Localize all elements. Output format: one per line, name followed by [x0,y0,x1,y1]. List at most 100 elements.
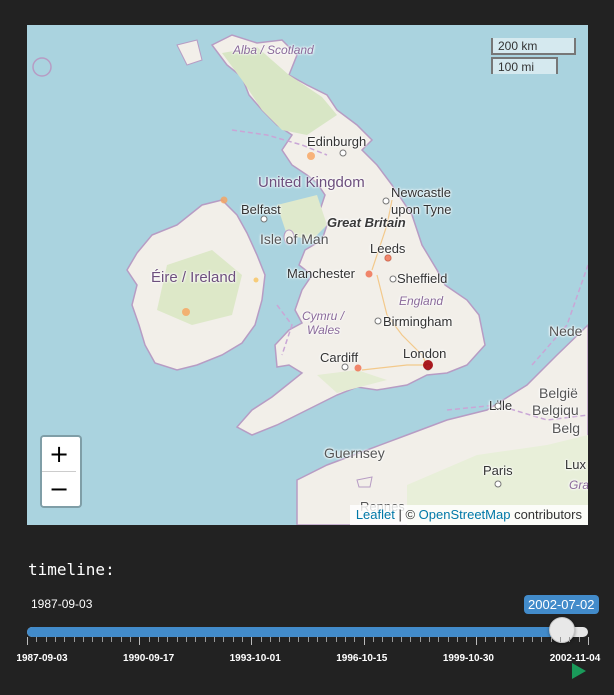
label-belgique: Belgiqu [532,402,579,418]
timeline-tick [372,637,374,642]
timeline-tick [223,637,225,642]
timeline-tick [475,637,477,645]
label-united-kingdom: United Kingdom [258,174,365,191]
timeline-tick [559,637,561,642]
timeline-tick [270,637,272,642]
data-marker[interactable] [423,360,433,370]
timeline-tick [242,637,244,642]
data-marker[interactable] [182,308,190,316]
timeline-tick [429,637,431,642]
label-belgie: België [539,385,578,401]
timeline-tick [363,637,365,645]
zoom-out-button[interactable]: − [42,472,76,506]
timeline-label: timeline: [28,560,115,579]
label-isle-of-man: Isle of Man [260,231,329,247]
timeline-tick-label: 1990-09-17 [123,653,175,664]
attribution-suffix: contributors [510,507,582,522]
timeline-ticks [0,637,614,649]
zoom-in-button[interactable]: + [42,437,76,472]
timeline-tick [326,637,328,642]
timeline-tick [466,637,468,642]
map-view[interactable]: Alba / Scotland Edinburgh United Kingdom… [27,25,588,525]
timeline-tick [588,637,589,645]
label-cardiff: Cardiff [320,350,359,365]
timeline-tick [447,637,449,642]
label-guernsey: Guernsey [324,445,385,461]
timeline-tick [139,637,141,645]
timeline-tick [354,637,356,642]
label-belfast: Belfast [241,202,281,217]
timeline-slider-track[interactable] [27,627,588,637]
timeline-tick [73,637,75,642]
scale-km: 200 km [491,38,576,55]
timeline-tick [438,637,440,642]
timeline-tick [307,637,309,642]
timeline-tick [531,637,533,642]
timeline-tick [335,637,337,642]
city-dot-cardiff [341,363,349,371]
timeline-tick [419,637,421,642]
city-dot-sheffield [389,275,397,283]
label-cymru: Cymru / [302,309,344,323]
timeline-tick [485,637,487,642]
timeline-tick-label: 1993-10-01 [229,653,281,664]
timeline-tick-label: 1987-09-03 [16,653,68,664]
city-dot-birmingham [374,317,382,325]
label-lux: Lux [565,457,586,472]
timeline-tick [92,637,94,642]
osm-link[interactable]: OpenStreetMap [419,507,511,522]
timeline-slider-fill [27,627,563,637]
timeline-tick [260,637,262,642]
timeline-tick [148,637,150,642]
timeline-tick [503,637,505,642]
timeline-tick [176,637,178,642]
scale-mi: 100 mi [491,57,558,74]
label-newcastle: Newcastle [391,185,451,200]
timeline-tick [83,637,85,642]
city-dot-lille [494,402,502,410]
label-england: England [399,294,444,308]
label-eire: Éire / Ireland [151,269,237,286]
data-marker[interactable] [354,364,362,372]
timeline-tick [204,637,206,642]
timeline-tick [391,637,393,642]
timeline-tick [45,637,47,642]
timeline-tick [55,637,57,642]
label-london: London [403,346,447,361]
timeline-tick-label: 1996-10-15 [336,653,388,664]
attribution: Leaflet | © OpenStreetMap contributors [349,505,588,525]
label-edinburgh: Edinburgh [307,134,367,149]
zoom-control: + − [40,435,82,508]
leaflet-link[interactable]: Leaflet [356,507,395,522]
timeline-current-label: 2002-07-02 [524,595,599,614]
timeline-tick [232,637,234,642]
data-marker[interactable] [384,254,392,262]
timeline-tick [578,637,580,642]
timeline-tick [410,637,412,642]
label-wales: Wales [307,323,341,337]
data-marker[interactable] [307,152,315,160]
label-manchester: Manchester [287,266,355,281]
timeline-tick [36,637,38,642]
timeline-tick [120,637,122,642]
timeline-tick [101,637,103,642]
city-dot-newcastle [382,197,390,205]
timeline-tick [316,637,318,642]
label-paris: Paris [483,463,513,478]
play-icon[interactable] [572,663,586,679]
label-birmingham: Birmingham [383,314,453,329]
city-dot-edinburgh [339,149,347,157]
data-marker[interactable] [220,196,228,204]
timeline-tick [111,637,113,642]
timeline-tick-label: 1999-10-30 [442,653,494,664]
scale-control: 200 km 100 mi [491,38,576,76]
data-marker[interactable] [365,270,373,278]
timeline-tick [27,637,28,645]
timeline-tick [129,637,131,642]
label-great-britain: Great Britain [327,215,406,230]
data-marker[interactable] [253,277,259,283]
label-belg: Belg [552,420,581,436]
attribution-sep: | © [394,507,419,522]
city-dot-belfast [260,215,268,223]
timeline-tick [513,637,515,642]
